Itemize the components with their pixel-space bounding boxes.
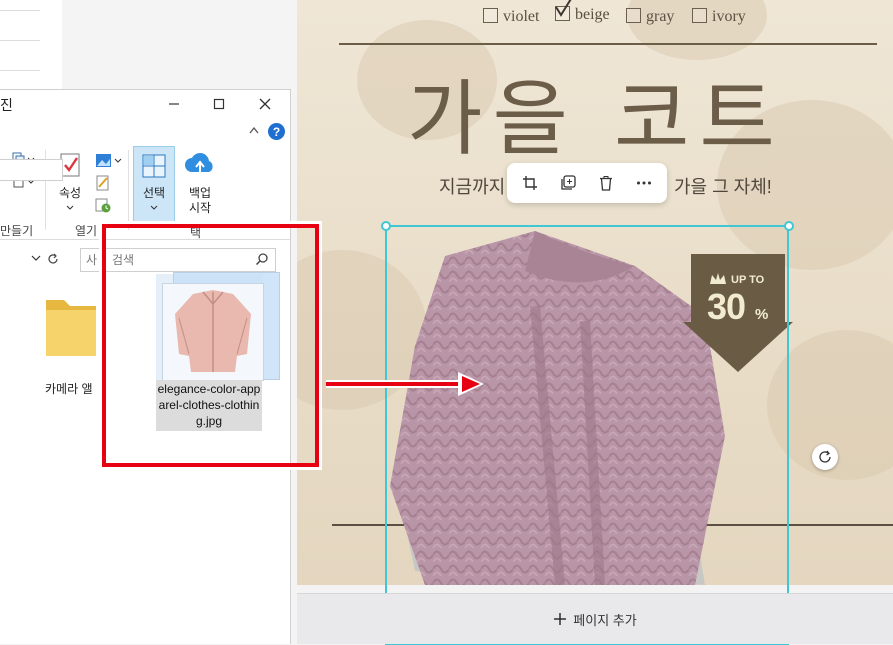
headline[interactable]: 가을 코트 [407, 52, 827, 171]
search-placeholder: 사 [86, 253, 98, 267]
resize-handle[interactable] [381, 221, 391, 231]
checkbox-icon [692, 8, 707, 23]
chevron-up-icon [249, 126, 259, 134]
trash-icon [600, 176, 612, 191]
open-image-icon [96, 154, 122, 167]
annotation-highlight-box [102, 224, 319, 467]
add-page-label: 페이지 추가 [573, 612, 637, 628]
duplicate-icon [561, 175, 576, 190]
duplicate-button[interactable] [553, 168, 583, 198]
window-title: 진 [0, 97, 13, 113]
rotate-icon [819, 450, 831, 463]
color-label: beige [575, 6, 610, 23]
divider [0, 40, 40, 41]
chevron-down-icon [66, 205, 74, 210]
left-panel-top [0, 0, 62, 92]
resize-handle[interactable] [784, 221, 794, 231]
edit-icon [96, 175, 109, 191]
checkbox-checked-icon [555, 0, 572, 21]
address-bar[interactable] [0, 159, 63, 181]
divider [0, 70, 40, 71]
minimize-button[interactable] [160, 92, 188, 116]
folder-label: 카메라 앨 [45, 382, 93, 396]
properties-label: 속성 [58, 186, 82, 200]
add-page-button[interactable]: 페이지 추가 [297, 593, 893, 644]
delete-button[interactable] [591, 168, 621, 198]
help-icon: ? [272, 124, 281, 139]
folder-icon [46, 300, 96, 356]
cloud-upload-icon [185, 153, 213, 178]
more-icon [637, 181, 651, 185]
subline-left[interactable]: 지금까지 [439, 173, 505, 199]
selection-frame[interactable] [385, 225, 789, 645]
open-button[interactable] [93, 152, 123, 170]
history-icon [95, 198, 111, 213]
refresh-button[interactable] [44, 249, 62, 269]
select-all-icon [142, 154, 166, 178]
chevron-down-icon [31, 255, 41, 261]
refresh-icon [48, 253, 58, 264]
backup-label: 백업 [188, 186, 212, 200]
crop-icon [523, 176, 537, 190]
color-label: violet [503, 8, 540, 25]
help-button[interactable]: ? [268, 123, 285, 140]
history-button[interactable] [93, 196, 113, 214]
backup-button[interactable] [183, 150, 217, 180]
color-option-gray[interactable]: gray [626, 8, 674, 26]
divider [0, 10, 40, 11]
maximize-button[interactable] [205, 92, 233, 116]
crop-button[interactable] [515, 168, 545, 198]
select-label: 선택 [142, 186, 166, 200]
element-toolbar [507, 163, 667, 203]
ribbon-separator [128, 150, 129, 230]
color-option-ivory[interactable]: ivory [692, 8, 746, 26]
color-label: ivory [712, 8, 746, 25]
close-button[interactable] [251, 92, 279, 116]
rotate-button[interactable] [812, 444, 838, 470]
backup-sub-label: 시작 [188, 201, 212, 215]
checkbox-icon [483, 8, 498, 23]
more-button[interactable] [629, 168, 659, 198]
top-rule [339, 43, 877, 45]
color-label: gray [646, 8, 675, 25]
color-option-beige[interactable]: beige [555, 0, 610, 24]
folder-item[interactable] [42, 292, 98, 372]
ribbon-collapse-button[interactable] [248, 124, 260, 138]
annotation-arrow-icon [326, 372, 484, 396]
plus-icon [554, 613, 567, 625]
color-option-violet[interactable]: violet [483, 8, 539, 26]
close-icon [259, 98, 271, 110]
ribbon-group-new-label: 만들기 [0, 224, 34, 238]
maximize-icon [213, 98, 225, 110]
edit-button[interactable] [93, 174, 113, 192]
chevron-down-icon [150, 205, 158, 210]
checkbox-icon [626, 8, 641, 23]
subline-right[interactable]: 가을 그 자체! [674, 173, 772, 199]
minimize-icon [169, 103, 179, 105]
select-icon-wrap [140, 152, 168, 180]
ribbon-group-open-label: 열기 [75, 224, 98, 238]
